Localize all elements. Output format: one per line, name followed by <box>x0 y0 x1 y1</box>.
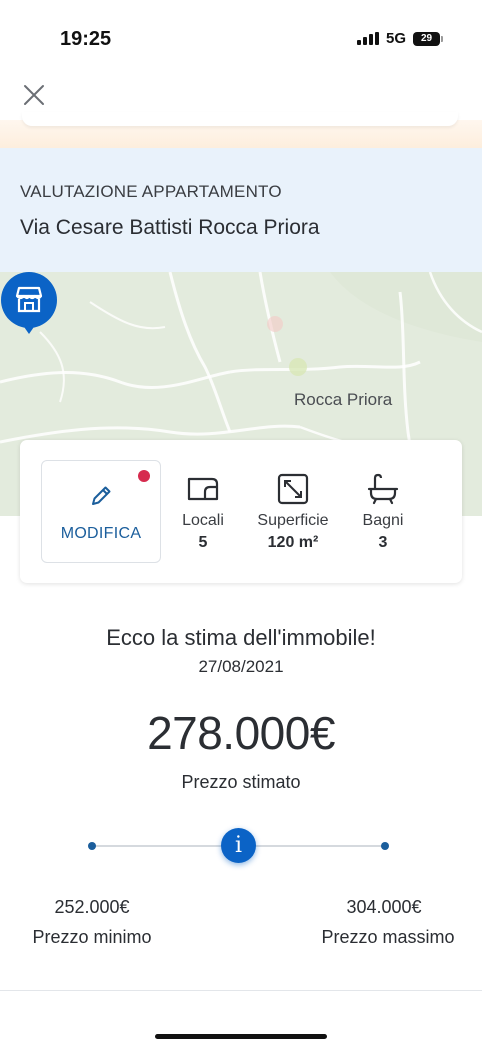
estimated-price-label: Prezzo stimato <box>181 772 301 792</box>
estimated-price: 278.000€ <box>147 707 335 759</box>
range-max-dot <box>381 842 389 850</box>
signal-icon <box>356 32 379 45</box>
rooms-icon <box>187 477 219 501</box>
estimate-date: 27/08/2021 <box>198 657 284 676</box>
feature-value: 120 m² <box>267 534 319 551</box>
feature-label: Superficie <box>257 512 329 529</box>
feature-value: 5 <box>198 534 208 551</box>
battery-icon: 29 <box>413 31 443 46</box>
range-min-dot <box>88 842 96 850</box>
map-place-label: Rocca Priora <box>294 390 393 409</box>
info-button[interactable]: i <box>221 828 256 863</box>
property-header: VALUTAZIONE APPARTAMENTO Via Cesare Batt… <box>0 148 482 272</box>
min-price-value: 252.000€ <box>54 897 130 917</box>
property-features-card: MODIFICA Locali 5 Superficie 120 m² Bagn… <box>20 440 462 583</box>
close-icon <box>24 85 44 105</box>
status-bar: 19:25 5G 29 <box>0 0 482 70</box>
pencil-icon <box>92 486 111 505</box>
status-time: 19:25 <box>60 28 112 50</box>
bathtub-icon <box>367 473 399 505</box>
collapsed-card <box>22 112 458 126</box>
max-price-value: 304.000€ <box>346 897 422 917</box>
feature-bathrooms: Bagni 3 <box>338 472 428 552</box>
valuation-type: VALUTAZIONE APPARTAMENTO <box>20 182 282 201</box>
notification-dot <box>138 470 150 482</box>
home-indicator[interactable] <box>155 1034 327 1039</box>
max-price-label: Prezzo massimo <box>321 927 455 947</box>
house-pin-icon[interactable] <box>0 272 58 334</box>
property-address: Via Cesare Battisti Rocca Priora <box>20 216 320 239</box>
network-label: 5G <box>385 30 406 47</box>
estimate-title: Ecco la stima dell'immobile! <box>106 625 376 650</box>
feature-value: 3 <box>378 534 388 551</box>
feature-label: Locali <box>182 512 224 529</box>
feature-rooms: Locali 5 <box>158 472 248 552</box>
feature-surface: Superficie 120 m² <box>248 472 338 552</box>
feature-label: Bagni <box>362 512 404 529</box>
status-indicators: 5G 29 <box>356 30 443 47</box>
min-price-label: Prezzo minimo <box>32 927 152 947</box>
surface-icon <box>277 473 309 505</box>
close-button[interactable] <box>18 80 50 110</box>
divider <box>0 990 482 991</box>
edit-label: MODIFICA <box>60 525 142 542</box>
